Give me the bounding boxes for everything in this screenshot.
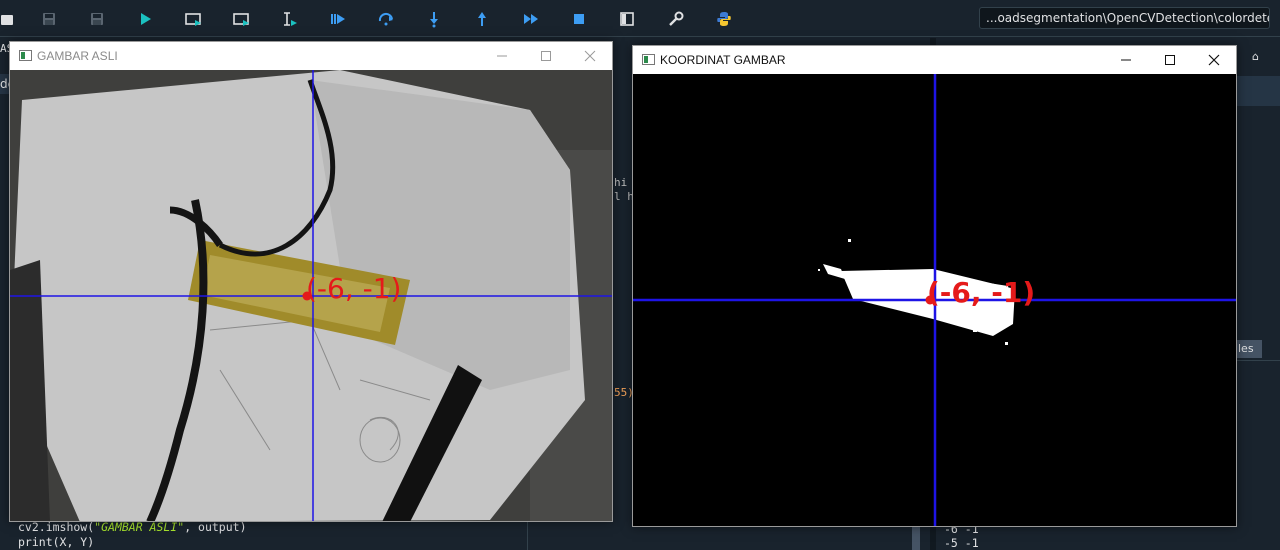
editor-vertical-guide: [527, 520, 528, 550]
window-title: GAMBAR ASLI: [37, 49, 118, 63]
right-pane-toolbar: [1236, 360, 1280, 400]
minimize-icon[interactable]: [480, 42, 524, 70]
debug-icon[interactable]: [327, 8, 349, 30]
console-output-line: -5 -1: [944, 536, 979, 550]
right-pane-tab[interactable]: les: [1236, 340, 1262, 358]
continue-icon[interactable]: [520, 8, 542, 30]
save-all-icon[interactable]: [86, 8, 108, 30]
stop-icon[interactable]: [568, 8, 590, 30]
close-icon[interactable]: [1192, 46, 1236, 74]
window-title: KOORDINAT GAMBAR: [660, 53, 786, 67]
step-out-icon[interactable]: [471, 8, 493, 30]
python-path-icon[interactable]: [713, 8, 735, 30]
editor-code-fragment: hi: [614, 176, 628, 189]
editor-code-fragment: 55): [614, 386, 634, 399]
preferences-icon[interactable]: [665, 8, 687, 30]
working-directory-path[interactable]: ...oadsegmentation\OpenCVDetection\color…: [979, 7, 1270, 29]
home-icon[interactable]: ⌂: [1252, 50, 1259, 63]
window-titlebar[interactable]: GAMBAR ASLI: [10, 42, 612, 70]
close-icon[interactable]: [568, 42, 612, 70]
window-gambar-asli: GAMBAR ASLI (-6, -1): [9, 41, 613, 522]
mask-image-canvas: (-6, -1): [633, 74, 1236, 526]
run-cell-icon[interactable]: [182, 8, 204, 30]
code-line: print(X, Y): [18, 535, 95, 549]
run-icon[interactable]: [134, 8, 156, 30]
right-pane-header: [1236, 76, 1280, 106]
save-icon[interactable]: [38, 8, 60, 30]
window-koordinat-gambar: KOORDINAT GAMBAR (-6, -1): [632, 45, 1237, 527]
step-into-icon[interactable]: [423, 8, 445, 30]
camera-frame: (-6, -1): [10, 70, 612, 521]
coordinate-label: (-6, -1): [306, 272, 401, 305]
editor-code-fragment: l h: [614, 190, 634, 203]
new-file-icon[interactable]: [0, 8, 18, 30]
maximize-pane-icon[interactable]: [616, 8, 638, 30]
step-over-icon[interactable]: [375, 8, 397, 30]
window-titlebar[interactable]: KOORDINAT GAMBAR: [633, 46, 1236, 74]
camera-image-canvas: (-6, -1): [10, 70, 612, 521]
coordinate-label: (-6, -1): [927, 276, 1035, 309]
maximize-icon[interactable]: [524, 42, 568, 70]
minimize-icon[interactable]: [1104, 46, 1148, 74]
code-line: cv2.imshow("GAMBAR ASLI", output): [18, 520, 247, 534]
mask-frame: (-6, -1): [633, 74, 1236, 526]
maximize-icon[interactable]: [1148, 46, 1192, 74]
run-cell-advance-icon[interactable]: [230, 8, 252, 30]
opencv-window-icon: [642, 54, 655, 65]
ide-toolbar: ...oadsegmentation\OpenCVDetection\color…: [0, 0, 1280, 37]
opencv-window-icon: [19, 50, 32, 61]
run-selection-icon[interactable]: [278, 8, 300, 30]
